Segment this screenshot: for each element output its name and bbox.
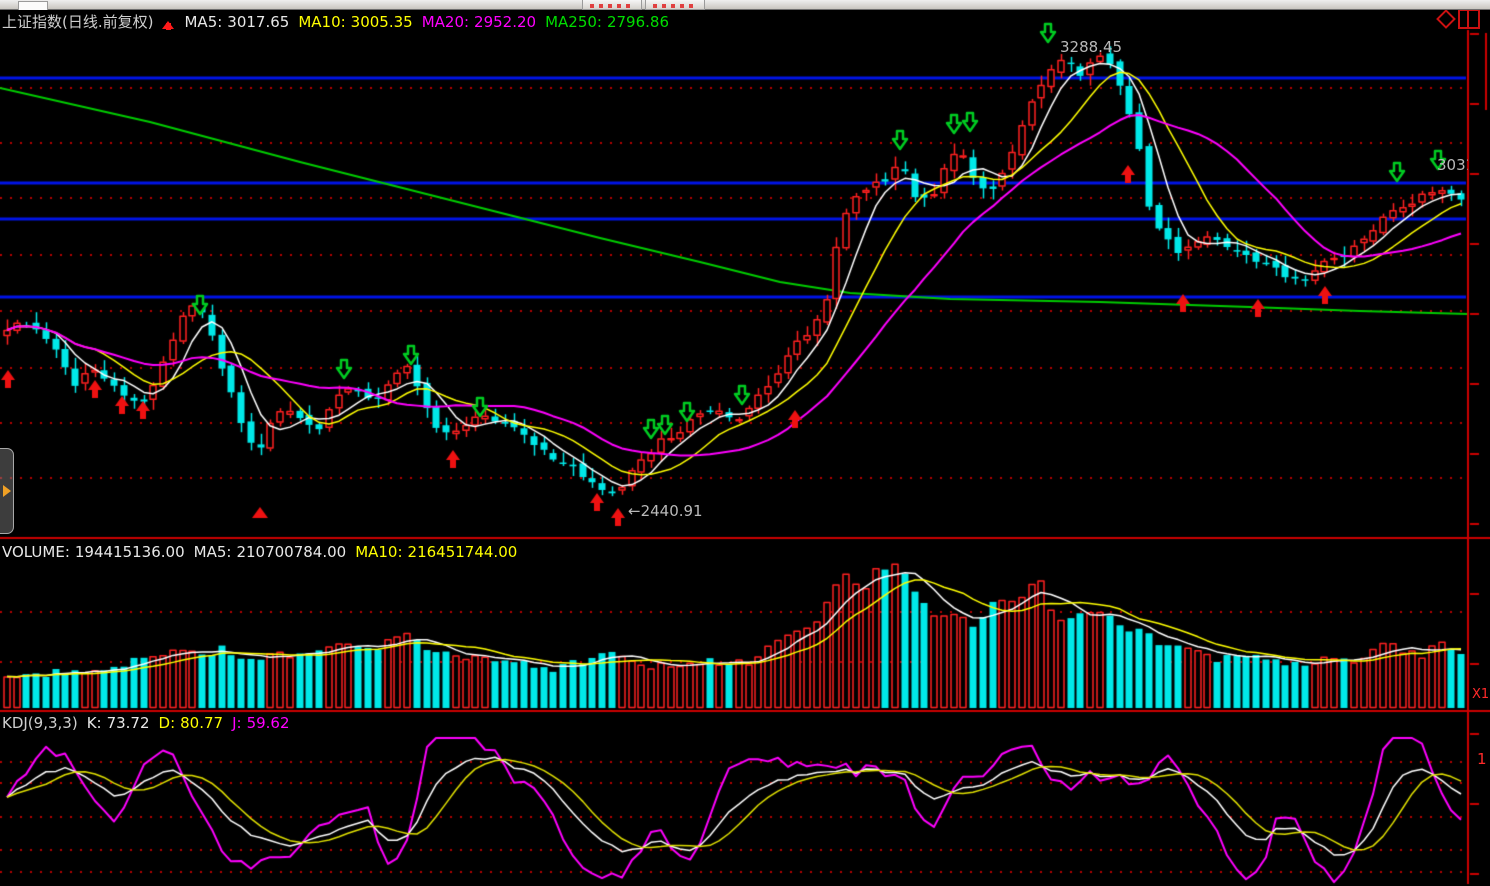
trough-price-annotation: ←2440.91 [628,502,703,520]
quote-button-1[interactable] [582,0,642,10]
kdj-k-value: 73.72 [107,714,150,732]
kdj-axis-label: 1 [1477,750,1487,768]
volume-panel-header: VOLUME: 194415136.00 MA5:210700784.00 MA1… [2,543,517,561]
kdj-j-value: 59.62 [247,714,290,732]
peak-price-annotation: 3288.45 [1060,38,1122,56]
side-drawer-handle[interactable] [0,448,14,534]
ma250-value: 2796.86 [607,13,669,31]
volume-label: VOLUME: [2,543,70,561]
vol-ma10-value: 216451744.00 [408,543,518,561]
ma250-label: MA250: [545,13,602,31]
quote-button-2[interactable] [645,0,705,10]
ma20-value: 2952.20 [474,13,536,31]
main-panel-header: 上证指数(日线.前复权) MA5: 3017.65 MA10: 3005.35 MA… [2,13,669,31]
quote-red-text [653,4,697,8]
vol-ma10-label: MA10: [355,543,402,561]
kdj-d-value: 80.77 [180,714,223,732]
ma10-label: MA10: [298,13,345,31]
menu-bar[interactable] [0,0,1490,10]
kdj-title: KDJ(9,3,3) [2,714,78,732]
split-window-icon[interactable] [1458,9,1480,29]
ma20-label: MA20: [422,13,469,31]
last-price-annotation: 3031 [1437,156,1468,174]
trading-app-window: 上证指数(日线.前复权) MA5: 3017.65 MA10: 3005.35 MA… [0,0,1490,886]
chart-canvas[interactable] [0,0,1490,886]
volume-value: 194415136.00 [75,543,185,561]
quote-red-text [590,4,634,8]
drawer-arrow-icon [3,485,11,497]
ma5-label: MA5: [184,13,222,31]
volume-axis-multiplier: X1 [1472,686,1489,704]
vol-ma5-value: 210700784.00 [236,543,346,561]
kdj-k-label: K: [87,714,102,732]
ma10-value: 3005.35 [351,13,413,31]
vol-ma5-label: MA5: [194,543,232,561]
kdj-j-label: J: [232,714,241,732]
menu-active-item[interactable] [18,1,48,10]
kdj-panel-header: KDJ(9,3,3) K: 73.72 D:80.77 J: 59.62 [2,714,290,732]
kdj-d-label: D: [159,714,176,732]
symbol-title: 上证指数(日线.前复权) [2,13,153,31]
up-arrow-icon [162,15,175,30]
ma5-value: 3017.65 [227,13,289,31]
